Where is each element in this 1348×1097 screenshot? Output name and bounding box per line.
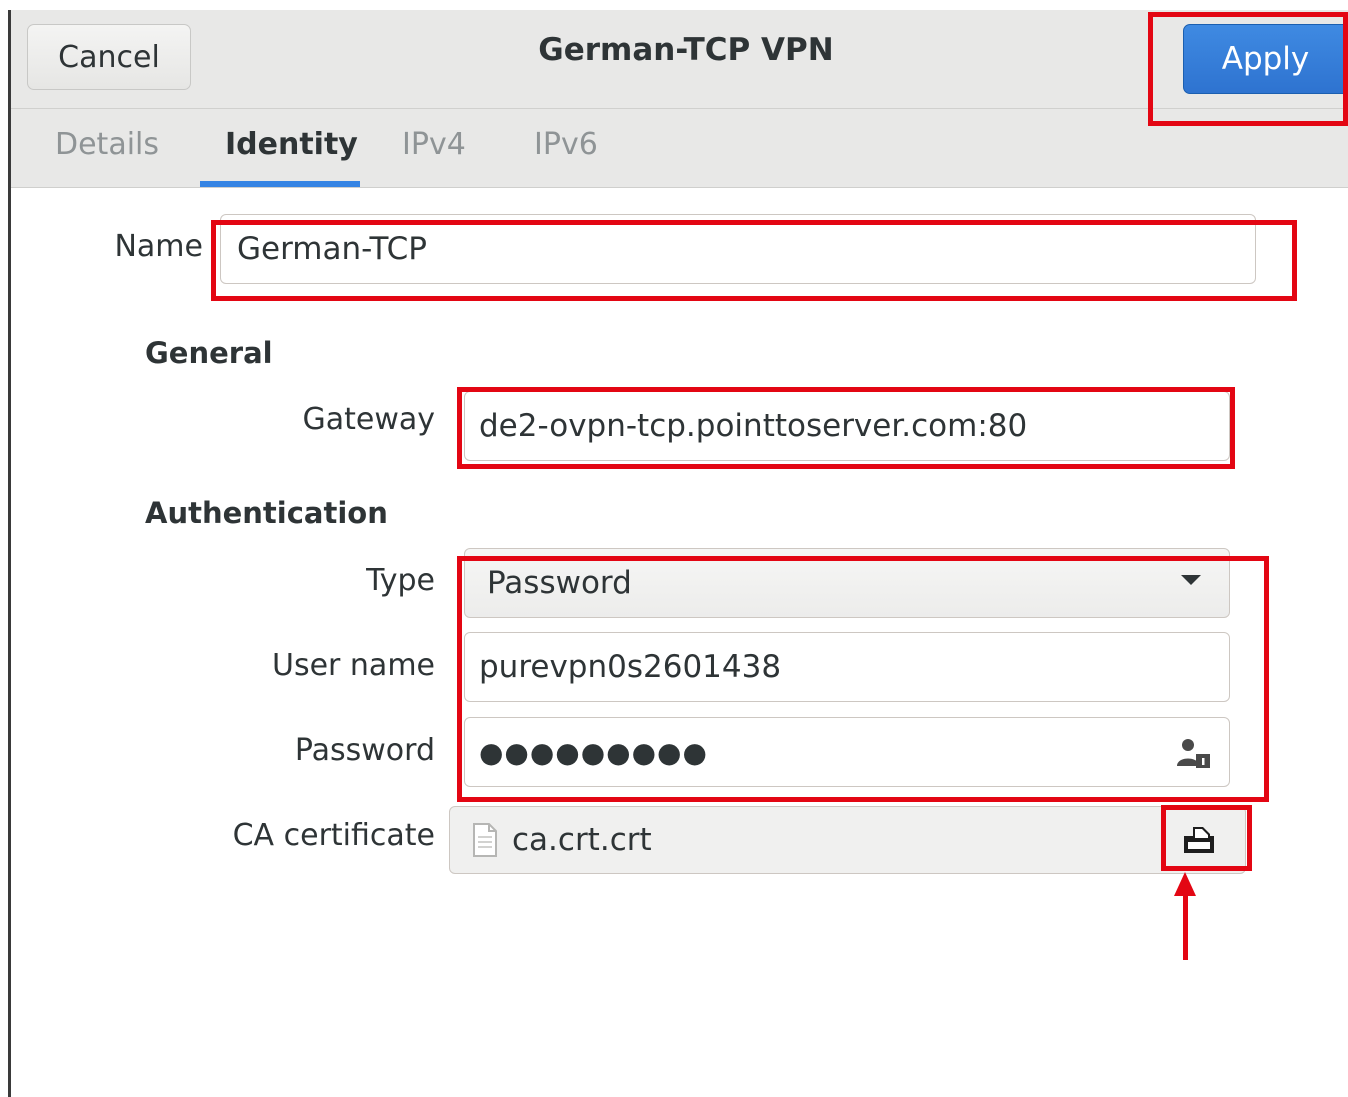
ca-certificate-label: CA certificate (232, 818, 435, 853)
highlight-open-file (1161, 805, 1252, 871)
ca-certificate-filename: ca.crt.crt (512, 822, 652, 858)
password-label: Password (294, 733, 435, 768)
ca-certificate-filechooser[interactable]: ca.crt.crt (449, 806, 1246, 874)
active-tab-indicator (200, 181, 360, 187)
gateway-label: Gateway (302, 402, 435, 437)
type-label: Type (366, 563, 435, 598)
vpn-dialog: Cancel German-TCP VPN Apply Details Iden… (11, 10, 1348, 1097)
highlight-apply (1148, 12, 1348, 126)
name-label: Name (114, 229, 203, 264)
annotation-arrow-shaft (1183, 892, 1188, 960)
highlight-gateway (457, 387, 1235, 469)
authentication-section-title: Authentication (145, 496, 388, 530)
tab-ipv4[interactable]: IPv4 (402, 127, 466, 162)
highlight-name (211, 220, 1297, 301)
general-section-title: General (145, 336, 273, 370)
document-icon (472, 823, 498, 857)
username-label: User name (272, 648, 435, 683)
cancel-button[interactable]: Cancel (27, 24, 191, 90)
tab-ipv6[interactable]: IPv6 (534, 127, 598, 162)
tab-details[interactable]: Details (55, 127, 159, 162)
highlight-authentication (457, 556, 1269, 802)
tab-identity[interactable]: Identity (225, 127, 358, 162)
dialog-title: German-TCP VPN (538, 32, 834, 68)
